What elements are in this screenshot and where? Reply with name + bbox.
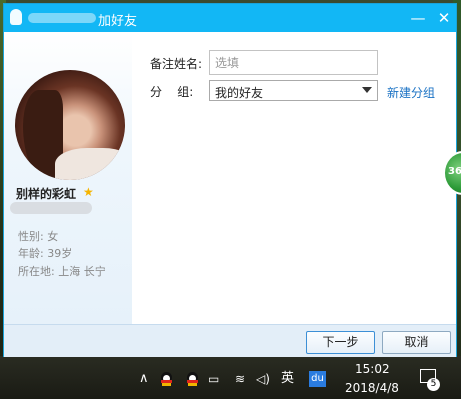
remark-name-label: 备注姓名: (150, 57, 203, 71)
profile-avatar[interactable] (15, 70, 125, 180)
close-button[interactable]: ✕ (434, 8, 454, 28)
star-icon: ★ (83, 185, 94, 199)
profile-gender: 性别: 女 (18, 230, 59, 243)
chevron-down-icon (362, 87, 372, 93)
profile-panel: 别样的彩虹 ★ 性别: 女 年龄: 39岁 所在地: 上海 长宁 (4, 32, 132, 324)
battery-icon[interactable]: ▭ (208, 372, 219, 386)
baidu-input-icon[interactable]: du (309, 371, 326, 387)
remark-name-input[interactable] (209, 50, 378, 75)
next-button[interactable]: 下一步 (306, 331, 375, 354)
penguin-feet (188, 383, 197, 386)
qq-penguin-icon[interactable] (160, 372, 173, 386)
group-label: 分 组: (150, 85, 194, 99)
title-bar[interactable]: 加好友 — ✕ (4, 4, 456, 32)
notification-count-badge: 5 (427, 378, 440, 391)
blurred-qq-number (10, 202, 92, 214)
clock-date[interactable]: 2018/4/8 (345, 381, 399, 395)
blurred-account-name (28, 13, 96, 23)
dialog-footer: 下一步 取消 (4, 324, 456, 357)
clock-time[interactable]: 15:02 (355, 362, 390, 376)
input-method-indicator[interactable]: 英 (281, 372, 294, 386)
window-title: 加好友 (98, 14, 138, 29)
floating-ball-text: 36 (448, 166, 461, 177)
wifi-icon[interactable]: ≋ (235, 372, 245, 386)
user-avatar-icon (10, 9, 22, 25)
cancel-button[interactable]: 取消 (382, 331, 451, 354)
new-group-link[interactable]: 新建分组 (387, 84, 435, 101)
profile-location: 所在地: 上海 长宁 (18, 265, 106, 278)
group-select[interactable]: 我的好友 (209, 80, 378, 101)
profile-age: 年龄: 39岁 (18, 247, 73, 260)
penguin-feet (162, 383, 171, 386)
minimize-button[interactable]: — (408, 8, 428, 28)
profile-nickname: 别样的彩虹 (16, 187, 77, 201)
group-select-value: 我的好友 (215, 86, 264, 100)
volume-icon[interactable]: ◁) (256, 372, 270, 386)
show-hidden-icons-icon[interactable]: ∧ (139, 372, 149, 386)
avatar-shoulder (55, 148, 125, 180)
qq-penguin-icon[interactable] (186, 372, 199, 386)
add-friend-dialog: 加好友 — ✕ 别样的彩虹 ★ 性别: 女 年龄: 39岁 所在地: 上海 长宁… (3, 3, 457, 357)
